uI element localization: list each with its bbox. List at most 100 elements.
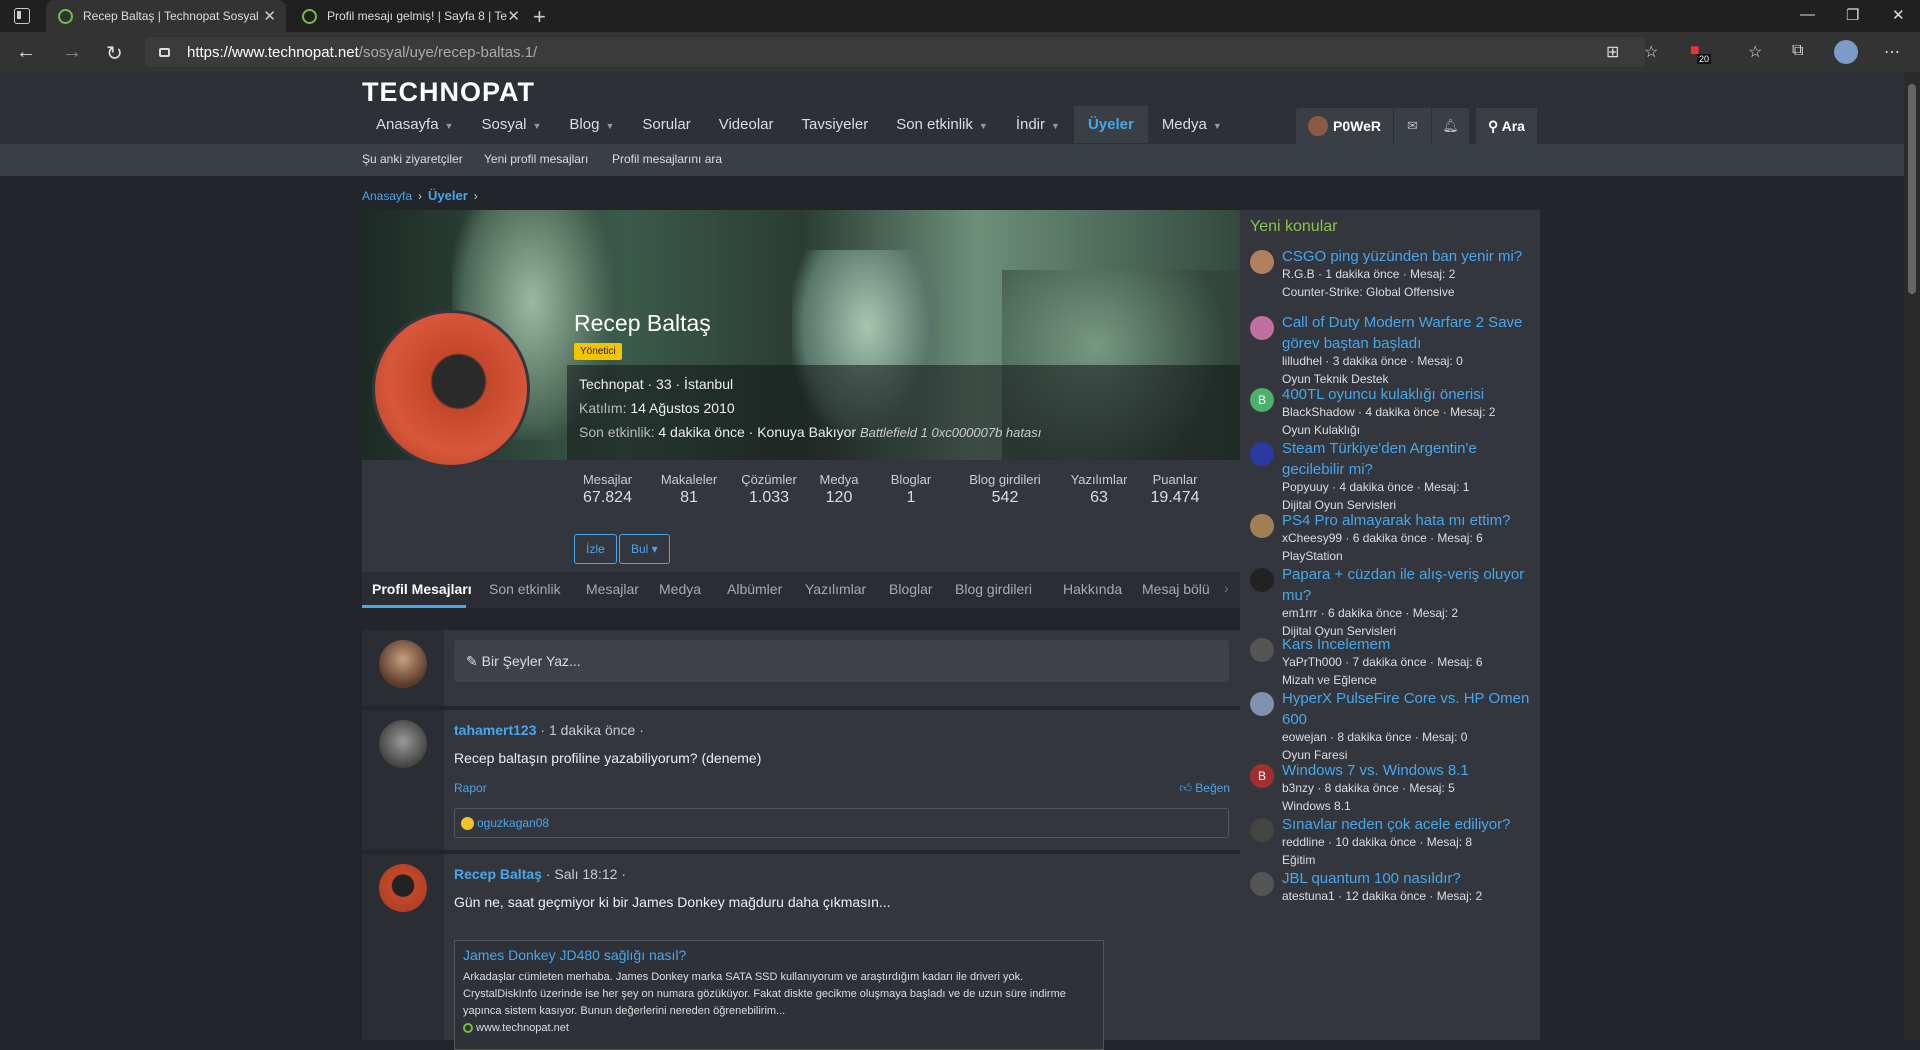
stat-item[interactable]: Makaleler 81 (651, 472, 727, 507)
nav-item[interactable]: İndir ▼ (1002, 106, 1074, 143)
profile-tab[interactable]: Albümler (727, 581, 782, 597)
avatar[interactable] (1250, 316, 1274, 340)
avatar[interactable] (1250, 872, 1274, 896)
stat-item[interactable]: Blog girdileri 542 (955, 472, 1055, 507)
nav-item[interactable]: Son etkinlik ▼ (882, 106, 1002, 143)
liked-by-user[interactable]: oguzkagan08 (477, 816, 549, 830)
activity-topic-link[interactable]: Battlefield 1 0xc000007b hatası (860, 425, 1041, 440)
breadcrumb-members[interactable]: Üyeler (428, 188, 468, 203)
chevron-down-icon[interactable]: ▼ (533, 121, 542, 131)
watch-button[interactable]: İzle (574, 534, 617, 564)
bell-icon[interactable]: 🔔︎ (1430, 108, 1469, 144)
chevron-down-icon[interactable]: ▼ (605, 121, 614, 131)
topic-title-link[interactable]: CSGO ping yüzünden ban yenir mi? (1282, 246, 1534, 267)
site-logo[interactable]: TECHNOPAT (362, 77, 535, 108)
search-button[interactable]: ⚲ Ara (1476, 108, 1537, 144)
topic-title-link[interactable]: Windows 7 vs. Windows 8.1 (1282, 760, 1534, 781)
nav-item[interactable]: Tavsiyeler (788, 106, 883, 143)
window-close-icon[interactable]: ✕ (1892, 6, 1905, 24)
avatar[interactable] (1250, 250, 1274, 274)
nav-item[interactable]: Medya ▼ (1148, 106, 1236, 143)
nav-item[interactable]: Sosyal ▼ (467, 106, 555, 143)
breadcrumb-home[interactable]: Anasayfa (362, 189, 412, 203)
refresh-icon[interactable]: ↻ (106, 41, 123, 66)
browser-tab-inactive[interactable]: Profil mesajı gelmiş! | Sayfa 8 | Te ✕ (290, 0, 530, 32)
chevron-right-icon[interactable]: › (1224, 580, 1229, 596)
avatar[interactable] (1250, 638, 1274, 662)
chevron-down-icon[interactable]: ▼ (1051, 121, 1060, 131)
profile-tab[interactable]: Medya (659, 581, 701, 597)
minimize-icon[interactable]: — (1800, 6, 1815, 23)
scrollbar-thumb[interactable] (1908, 84, 1916, 294)
more-icon[interactable]: ⋯ (1884, 42, 1900, 62)
window-menu-icon[interactable] (14, 8, 30, 24)
user-account-button[interactable]: P0WeR (1296, 108, 1393, 144)
chevron-down-icon[interactable]: ▼ (979, 121, 988, 131)
envelope-icon[interactable]: ✉ (1392, 108, 1431, 144)
topic-title-link[interactable]: Steam Türkiye'den Argentin'e gecilebilir… (1282, 438, 1534, 480)
browser-tab-active[interactable]: Recep Baltaş | Technopat Sosyal ✕ (46, 0, 286, 32)
topic-title-link[interactable]: JBL quantum 100 nasıldır? (1282, 868, 1534, 889)
subnav-current-visitors[interactable]: Şu anki ziyaretçiler (362, 152, 463, 166)
topic-title-link[interactable]: Papara + cüzdan ile alış-veriş oluyor mu… (1282, 564, 1534, 606)
reader-icon[interactable]: ⊞ (1606, 42, 1619, 62)
profile-avatar[interactable] (372, 310, 530, 468)
back-icon[interactable]: ← (16, 41, 36, 64)
topic-forum-link[interactable]: Eğitim (1282, 853, 1315, 867)
author-link[interactable]: Recep Baltaş (454, 866, 542, 882)
nav-item[interactable]: Üyeler (1073, 106, 1148, 143)
avatar[interactable] (379, 720, 427, 768)
profile-tab[interactable]: Hakkında (1063, 581, 1122, 597)
profile-tab[interactable]: Yazılımlar (805, 581, 866, 597)
topic-forum-link[interactable]: Mizah ve Eğlence (1282, 673, 1377, 687)
topic-forum-link[interactable]: Windows 8.1 (1282, 799, 1351, 813)
composer-input[interactable]: ✎ Bir Şeyler Yaz... (454, 640, 1229, 682)
avatar[interactable] (1250, 514, 1274, 538)
link-preview-title[interactable]: James Donkey JD480 sağlığı nasıl? (463, 947, 1095, 963)
avatar[interactable] (1250, 568, 1274, 592)
topic-title-link[interactable]: PS4 Pro almayarak hata mı ettim? (1282, 510, 1534, 531)
nav-item[interactable]: Videolar (705, 106, 788, 143)
find-button[interactable]: Bul ▾ (619, 534, 670, 564)
stat-item[interactable]: Puanlar 19.474 (1143, 472, 1207, 507)
topic-forum-link[interactable]: Counter-Strike: Global Offensive (1282, 285, 1455, 299)
maximize-icon[interactable]: ❐ (1846, 6, 1859, 24)
profile-tab[interactable]: Son etkinlik (489, 581, 561, 597)
topic-title-link[interactable]: Sınavlar neden çok acele ediliyor? (1282, 814, 1534, 835)
topic-title-link[interactable]: Call of Duty Modern Warfare 2 Save görev… (1282, 312, 1534, 354)
avatar[interactable]: B (1250, 388, 1274, 412)
avatar[interactable]: B (1250, 764, 1274, 788)
close-icon[interactable]: ✕ (507, 7, 520, 25)
like-button[interactable]: 👍︎ Beğen (1179, 781, 1230, 796)
address-bar[interactable]: https://www.technopat.net/sosyal/uye/rec… (145, 37, 1645, 67)
topic-title-link[interactable]: HyperX PulseFire Core vs. HP Omen 600 (1282, 688, 1534, 730)
nav-item[interactable]: Anasayfa ▼ (362, 106, 467, 143)
subnav-new-profile-posts[interactable]: Yeni profil mesajları (484, 152, 588, 166)
report-link[interactable]: Rapor (454, 781, 487, 795)
profile-tab[interactable]: Blog girdileri (955, 581, 1032, 597)
collections-icon[interactable]: ⧉ (1792, 42, 1803, 60)
favorite-add-icon[interactable]: ☆ (1644, 42, 1658, 62)
profile-avatar-icon[interactable] (1834, 40, 1858, 64)
nav-item[interactable]: Sorular (628, 106, 704, 143)
stat-item[interactable]: Yazılımlar 63 (1065, 472, 1133, 507)
stat-item[interactable]: Bloglar 1 (877, 472, 945, 507)
profile-tab[interactable]: Bloglar (889, 581, 933, 597)
author-link[interactable]: tahamert123 (454, 722, 537, 738)
subnav-search-profile-posts[interactable]: Profil mesajlarını ara (612, 152, 722, 166)
topic-title-link[interactable]: Kars İncelemem (1282, 634, 1534, 655)
stat-item[interactable]: Medya 120 (811, 472, 867, 507)
page-scrollbar[interactable] (1904, 72, 1920, 1040)
profile-tab[interactable]: Profil Mesajları (372, 581, 472, 597)
chevron-down-icon[interactable]: ▼ (1213, 121, 1222, 131)
link-preview[interactable]: James Donkey JD480 sağlığı nasıl? Arkada… (454, 940, 1104, 1050)
avatar[interactable] (379, 864, 427, 912)
profile-tab[interactable]: Mesaj bölü (1142, 581, 1212, 597)
stat-item[interactable]: Mesajlar 67.824 (574, 472, 641, 507)
avatar[interactable] (1250, 692, 1274, 716)
topic-forum-link[interactable]: Oyun Kulaklığı (1282, 423, 1360, 437)
new-tab-icon[interactable]: + (533, 4, 546, 30)
avatar[interactable] (1250, 818, 1274, 842)
profile-tab[interactable]: Mesajlar (586, 581, 639, 597)
avatar[interactable] (1250, 442, 1274, 466)
